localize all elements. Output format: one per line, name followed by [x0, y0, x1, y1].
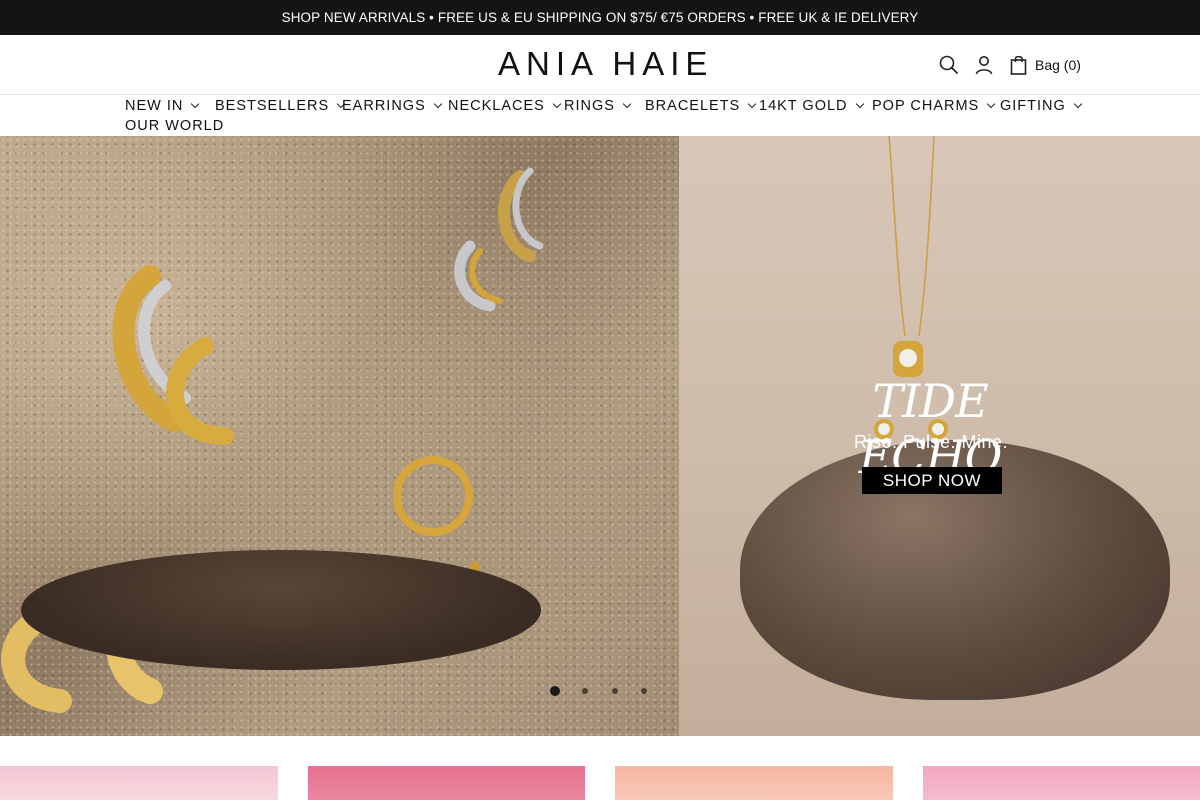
- nav-item-rings[interactable]: RINGS: [564, 98, 632, 114]
- nav-item-label: RINGS: [564, 98, 615, 114]
- nav-item-new-in[interactable]: NEW IN: [125, 98, 200, 114]
- stone-base: [21, 550, 541, 670]
- bag-icon[interactable]: [1008, 54, 1030, 76]
- nav-item-label: NEW IN: [125, 98, 184, 114]
- nav-item-bracelets[interactable]: BRACELETS: [645, 98, 757, 114]
- category-card-3[interactable]: [615, 766, 893, 800]
- nav-item-pop-charms[interactable]: POP CHARMS: [872, 98, 996, 114]
- chevron-down-icon: [986, 99, 996, 109]
- nav-item-label: EARRINGS: [342, 98, 426, 114]
- nav-item-label: OUR WORLD: [125, 118, 225, 134]
- nav-item-our-world[interactable]: OUR WORLD: [125, 118, 224, 134]
- main-nav: NEW IN BESTSELLERS EARRINGS NECKLACES RI…: [0, 95, 1200, 136]
- chevron-down-icon: [855, 99, 864, 109]
- chevron-down-icon: [747, 99, 757, 109]
- chevron-down-icon: [433, 99, 442, 109]
- account-icon[interactable]: [973, 54, 995, 76]
- bag-count[interactable]: Bag (0): [1035, 57, 1081, 73]
- chevron-down-icon: [191, 99, 200, 109]
- category-card-2[interactable]: [308, 766, 585, 800]
- nav-item-14kt-gold[interactable]: 14KT GOLD: [759, 98, 864, 114]
- chevron-down-icon: [1073, 99, 1083, 109]
- hero-subtitle: Rise. Pulse. Mine.: [853, 432, 1009, 452]
- nav-item-label: BRACELETS: [645, 98, 741, 114]
- nav-item-gifting[interactable]: GIFTING: [1000, 98, 1083, 114]
- brand-logo[interactable]: ANIA HAIE: [498, 47, 707, 81]
- announcement-text[interactable]: SHOP NEW ARRIVALS • FREE US & EU SHIPPIN…: [282, 10, 919, 25]
- slide-dot-3[interactable]: [612, 688, 618, 694]
- site-header: ANIA HAIE Bag (0): [0, 35, 1200, 95]
- announcement-bar[interactable]: SHOP NEW ARRIVALS • FREE US & EU SHIPPIN…: [0, 0, 1200, 35]
- shop-now-button[interactable]: SHOP NOW: [862, 467, 1002, 494]
- nav-item-label: 14KT GOLD: [759, 98, 848, 114]
- slide-dot-2[interactable]: [582, 688, 588, 694]
- chevron-down-icon: [552, 99, 562, 109]
- search-icon[interactable]: [938, 54, 960, 76]
- nav-item-earrings[interactable]: EARRINGS: [342, 98, 442, 114]
- slide-dot-4[interactable]: [641, 688, 647, 694]
- nav-item-label: BESTSELLERS: [215, 98, 330, 114]
- nav-item-label: GIFTING: [1000, 98, 1066, 114]
- chevron-down-icon: [622, 99, 632, 109]
- nav-item-label: NECKLACES: [448, 98, 545, 114]
- nav-item-label: POP CHARMS: [872, 98, 980, 114]
- nav-item-bestsellers[interactable]: BESTSELLERS: [215, 98, 346, 114]
- category-card-4[interactable]: [923, 766, 1200, 800]
- category-card-1[interactable]: [0, 766, 278, 800]
- nav-item-necklaces[interactable]: NECKLACES: [448, 98, 562, 114]
- slide-dot-1[interactable]: [550, 686, 560, 696]
